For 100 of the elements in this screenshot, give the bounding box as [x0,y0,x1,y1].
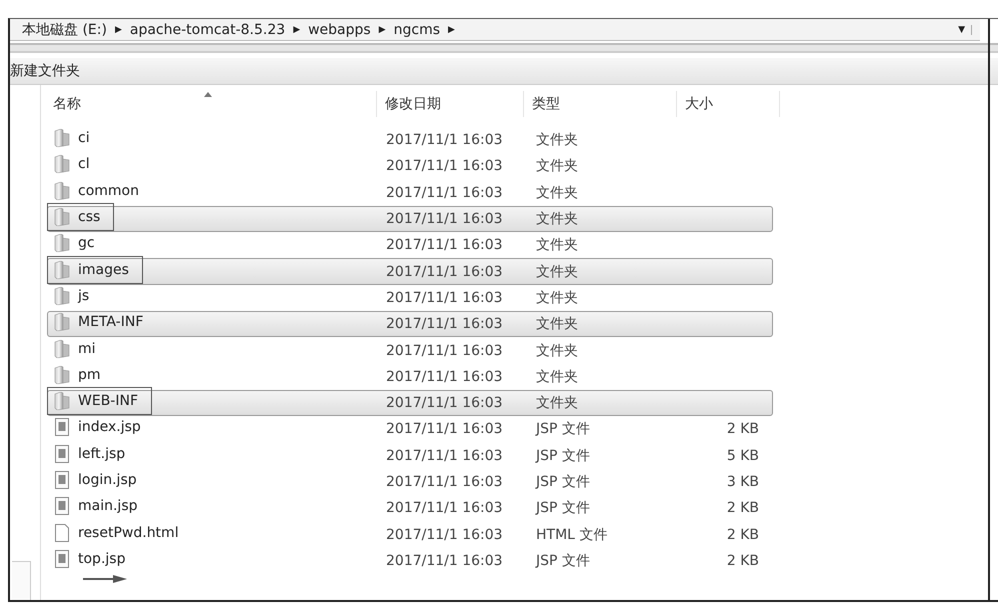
folder-icon [54,155,70,174]
breadcrumb[interactable]: webapps [308,22,371,38]
folder-icon [54,286,70,305]
type-cell-text: HTML 文件 [535,526,608,544]
file-name: left.jsp [78,446,126,462]
file-row[interactable]: resetPwd.html 2017/11/1 16:03 HTML 文件 2 KB [47,521,773,548]
file-row[interactable]: mi 2017/11/1 16:03 文件夹 [47,337,773,364]
folder-icon [54,182,70,200]
folder-icon [54,392,70,410]
size-cell-text: 5 KB [726,448,760,464]
file-name: META-INF [78,314,144,330]
file-name: top.jsp [78,550,126,567]
type-cell-text: 文件夹 [535,315,579,334]
date-cell-text: 2017/11/1 16:03 [385,132,504,148]
file-row[interactable]: gc 2017/11/1 16:03 文件夹 [47,232,773,258]
file-name: index.jsp [78,419,141,436]
file-name: ci [78,130,90,146]
type-cell-text: 文件夹 [535,184,579,202]
document-icon [54,497,70,516]
date-cell-text: 2017/11/1 16:03 [385,395,504,412]
file-name: gc [78,235,95,252]
type-cell-text: 文件夹 [535,131,579,150]
blank-file-icon [54,524,70,542]
file-row[interactable]: images 2017/11/1 16:03 文件夹 [47,258,773,285]
folder-icon [54,260,70,279]
date-cell-text: 2017/11/1 16:03 [385,316,504,332]
file-row[interactable]: META-INF 2017/11/1 16:03 文件夹 [47,311,773,338]
type-cell-text: JSP 文件 [534,473,591,491]
file-name: WEB-INF [78,393,138,410]
file-row[interactable]: index.jsp 2017/11/1 16:03 JSP 文件 2 KB [47,416,773,443]
column-header[interactable]: 类型 [524,91,677,117]
type-cell-text: JSP 文件 [534,420,591,438]
type-cell-text: 文件夹 [535,342,579,360]
nav-pane-tab[interactable] [12,561,31,600]
type-cell-text: JSP 文件 [534,499,591,518]
address-bar[interactable]: 本地磁盘 (E:) ▶ apache-tomcat-8.5.23 ▶ webapps ▶ ngcms ▶ ▼ [10,19,980,41]
size-cell-text: 2 KB [726,552,760,569]
file-row[interactable]: css 2017/11/1 16:03 文件夹 [47,206,773,232]
size-cell-text: 2 KB [726,421,760,438]
breadcrumb-separator[interactable]: ▶ [378,24,386,34]
breadcrumb[interactable]: ngcms [394,22,440,38]
breadcrumb-separator[interactable]: ▶ [293,24,300,34]
file-row[interactable]: pm 2017/11/1 16:03 文件夹 [47,364,773,390]
file-name: images [78,262,129,278]
breadcrumb-separator[interactable]: ▶ [114,24,122,34]
breadcrumb[interactable]: apache-tomcat-8.5.23 [130,22,286,38]
date-cell-text: 2017/11/1 16:03 [385,264,504,280]
type-cell-text: JSP 文件 [534,552,591,570]
type-cell-text: 文件夹 [535,236,579,254]
date-cell-text: 2017/11/1 16:03 [385,500,504,516]
file-row[interactable]: ci 2017/11/1 16:03 文件夹 [47,127,773,154]
date-cell-text: 2017/11/1 16:03 [385,421,504,438]
size-cell-text: 2 KB [726,500,760,516]
document-icon [54,550,70,568]
date-cell-text: 2017/11/1 16:03 [385,526,504,543]
new-folder-button[interactable]: 新建文件夹 [10,62,80,80]
date-cell-text: 2017/11/1 16:03 [385,552,504,569]
date-cell-text: 2017/11/1 16:03 [385,448,504,464]
type-cell-text: 文件夹 [535,368,579,386]
breadcrumb[interactable]: 本地磁盘 (E:) [22,20,107,38]
folder-icon [54,234,70,252]
type-cell-text: 文件夹 [535,157,579,176]
file-row[interactable]: common 2017/11/1 16:03 文件夹 [47,180,773,206]
document-icon [54,444,70,463]
folder-icon [54,208,70,226]
column-header[interactable]: 大小 [677,91,780,117]
breadcrumb-separator[interactable]: ▶ [448,24,455,34]
file-name: cl [78,156,90,172]
file-name: resetPwd.html [78,524,179,541]
file-name: css [78,209,100,226]
file-row[interactable]: main.jsp 2017/11/1 16:03 JSP 文件 2 KB [47,495,773,522]
type-cell-text: 文件夹 [535,262,579,281]
type-cell-text: 文件夹 [535,394,579,412]
file-name: js [78,288,90,304]
file-row[interactable]: WEB-INF 2017/11/1 16:03 文件夹 [47,390,773,416]
type-cell-text: 文件夹 [535,210,579,228]
file-name: main.jsp [78,498,138,514]
file-name: common [78,182,139,199]
document-icon [54,471,70,489]
document-icon [54,418,70,436]
file-row[interactable]: cl 2017/11/1 16:03 文件夹 [47,153,773,180]
file-row[interactable]: login.jsp 2017/11/1 16:03 JSP 文件 3 KB [47,468,773,496]
file-row[interactable]: top.jsp 2017/11/1 16:03 JSP 文件 2 KB [47,548,773,574]
date-cell-text: 2017/11/1 16:03 [385,290,504,306]
file-row[interactable]: js 2017/11/1 16:03 文件夹 [47,284,773,312]
date-cell-text: 2017/11/1 16:03 [385,474,504,490]
file-row[interactable]: left.jsp 2017/11/1 16:03 JSP 文件 5 KB [47,442,773,469]
folder-icon [54,340,70,358]
folder-icon [54,129,70,148]
folder-icon [54,313,70,332]
date-cell-text: 2017/11/1 16:03 [385,158,504,174]
date-cell-text: 2017/11/1 16:03 [385,211,504,228]
file-name: mi [78,340,96,357]
date-cell-text: 2017/11/1 16:03 [385,368,504,385]
size-cell-text: 2 KB [726,526,760,543]
column-header[interactable]: 修改日期 [377,91,524,117]
column-header[interactable]: 名称 [41,91,377,117]
date-cell-text: 2017/11/1 16:03 [385,237,504,254]
folder-icon [54,366,70,384]
file-name: pm [78,366,101,383]
